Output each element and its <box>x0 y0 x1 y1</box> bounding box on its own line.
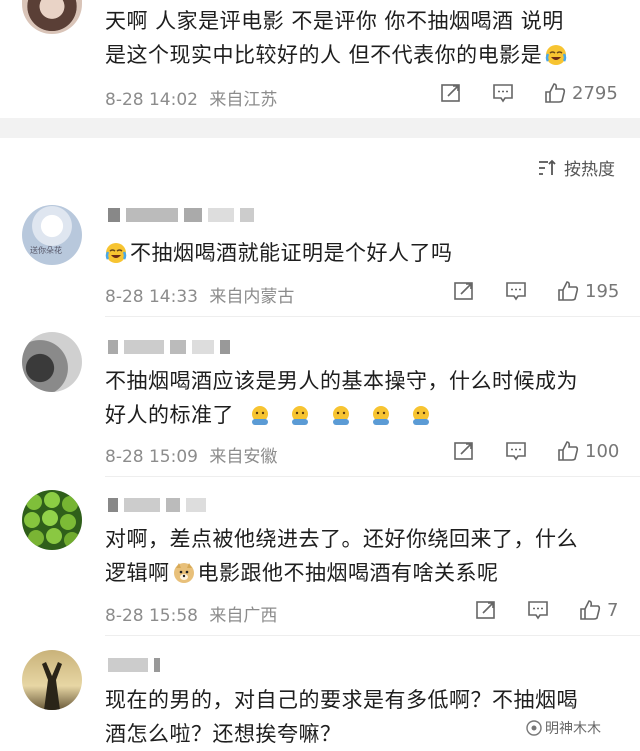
like-count: 100 <box>585 440 620 462</box>
avatar-peas-image <box>24 492 80 548</box>
avatar-caption: 送你朵花 <box>30 246 62 255</box>
comment-meta: 8-28 14:02 来自江苏 <box>105 85 277 110</box>
username-blurred[interactable] <box>108 498 212 512</box>
comment-icon[interactable] <box>527 599 549 621</box>
comment-divider <box>105 635 640 636</box>
like-icon[interactable] <box>557 440 579 462</box>
comment-actions: 2795 <box>440 82 618 104</box>
comment-actions: 7 <box>475 599 618 621</box>
avatar[interactable]: 送你朵花 <box>22 205 82 265</box>
like-count: 7 <box>607 599 619 621</box>
top-comment: 天啊 人家是评电影 不是评你 你不抽烟喝酒 说明 是这个现实中比较好的人 但不代… <box>0 0 640 118</box>
timestamp: 8-28 15:09 <box>105 447 198 467</box>
comment-text: 不抽烟喝酒应该是男人的基本操守，什么时候成为 好人的标准了 <box>105 369 578 427</box>
watermark: 明神木木 <box>526 718 601 738</box>
avatar[interactable] <box>22 0 82 34</box>
section-divider <box>0 118 640 138</box>
hugging-emoji-icon <box>292 406 309 425</box>
watermark-logo-icon <box>526 720 542 736</box>
comment-text: 对啊，差点被他绕进去了。还好你绕回来了，什么 逻辑啊 电影跟他不抽烟喝酒有啥关系呢 <box>105 527 578 585</box>
like-count: 195 <box>585 280 620 302</box>
avatar[interactable] <box>22 332 82 392</box>
timestamp: 8-28 14:02 <box>105 90 198 110</box>
sort-label: 按热度 <box>564 160 615 180</box>
comment-icon[interactable] <box>505 440 527 462</box>
share-icon[interactable] <box>453 440 475 462</box>
comment-meta: 8-28 14:33 来自内蒙古 <box>105 282 294 307</box>
like-count: 2795 <box>572 82 618 104</box>
share-icon[interactable] <box>453 280 475 302</box>
comment-text: 天啊 人家是评电影 不是评你 你不抽烟喝酒 说明 是这个现实中比较好的人 但不代… <box>105 4 625 72</box>
comment-meta: 8-28 15:58 来自广西 <box>105 601 277 626</box>
location: 来自安徽 <box>209 447 278 467</box>
hugging-emoji-icon <box>412 406 429 425</box>
location: 来自广西 <box>209 606 278 626</box>
comment-divider <box>105 316 640 317</box>
location: 来自江苏 <box>209 90 278 110</box>
watermark-text: 明神木木 <box>545 721 601 737</box>
sort-icon <box>539 159 556 175</box>
share-icon[interactable] <box>440 82 462 104</box>
crying-laugh-emoji-icon <box>545 45 567 65</box>
crying-laugh-emoji-icon <box>105 243 127 263</box>
comment-meta: 8-28 15:09 来自安徽 <box>105 442 277 467</box>
comment-icon[interactable] <box>492 82 514 104</box>
username-blurred[interactable] <box>108 208 260 222</box>
hugging-emoji-icon <box>332 406 349 425</box>
location: 来自内蒙古 <box>209 287 295 307</box>
sort-by-hot-button[interactable]: 按热度 <box>538 155 615 180</box>
comment-divider <box>105 476 640 477</box>
avatar[interactable] <box>22 490 82 550</box>
share-icon[interactable] <box>475 599 497 621</box>
hugging-emoji-icon <box>252 406 269 425</box>
comment-text: 现在的男的，对自己的要求是有多低啊？不抽烟喝 酒怎么啦？还想挨夸嘛？ <box>105 688 578 746</box>
avatar[interactable] <box>22 650 82 710</box>
comment-text: 不抽烟喝酒就能证明是个好人了吗 <box>105 236 625 270</box>
comment-icon[interactable] <box>505 280 527 302</box>
like-icon[interactable] <box>557 280 579 302</box>
hugging-emoji-icon <box>372 406 389 425</box>
comment-actions: 195 <box>453 280 619 302</box>
comment-actions: 100 <box>453 440 619 462</box>
timestamp: 8-28 14:33 <box>105 287 198 307</box>
like-icon[interactable] <box>579 599 601 621</box>
timestamp: 8-28 15:58 <box>105 606 198 626</box>
like-icon[interactable] <box>544 82 566 104</box>
username-blurred[interactable] <box>108 658 166 672</box>
avatar-silhouette-image <box>42 662 62 710</box>
username-blurred[interactable] <box>108 340 236 354</box>
doge-emoji-icon <box>173 563 194 583</box>
